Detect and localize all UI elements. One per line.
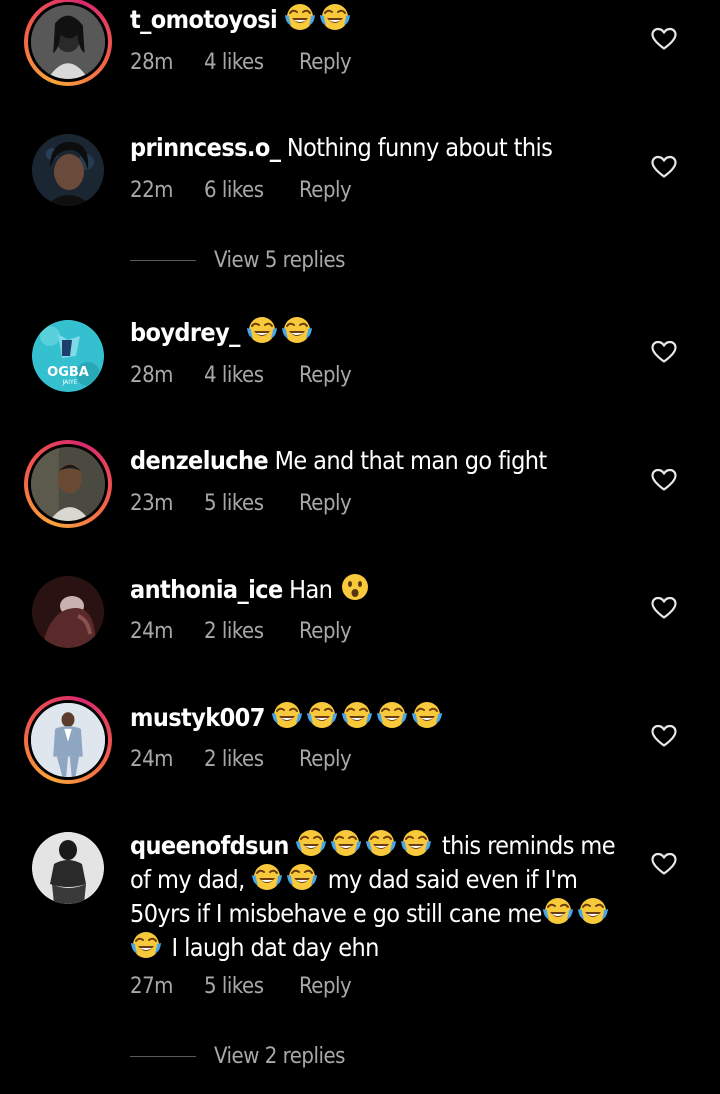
view-replies-button[interactable]: View 5 replies: [130, 245, 345, 275]
laughing-tears-emoji: [295, 828, 327, 858]
comment-meta: 27m 5 likes Reply: [130, 974, 352, 999]
view-replies-label: View 2 replies: [214, 1043, 345, 1069]
laughing-tears-emoji: [281, 315, 313, 345]
profile-photo: OGBA JAIYE: [32, 320, 104, 392]
comment-time: 22m: [130, 178, 173, 203]
replies-divider: [130, 1055, 196, 1057]
like-heart-icon[interactable]: [651, 340, 677, 364]
avatar[interactable]: [24, 0, 112, 86]
comment-likes[interactable]: 5 likes: [204, 974, 299, 999]
avatar-logo-subtext: JAIYE: [62, 379, 78, 386]
avatar[interactable]: [32, 576, 104, 648]
like-heart-icon[interactable]: [651, 724, 677, 748]
laughing-tears-emoji: [271, 700, 303, 730]
comment-username[interactable]: t_omotoyosi: [130, 5, 278, 34]
laughing-tears-emoji: [330, 828, 362, 858]
comment-username[interactable]: anthonia_ice: [130, 575, 283, 604]
profile-photo: [31, 447, 105, 521]
avatar[interactable]: [32, 134, 104, 206]
profile-photo: [32, 576, 104, 648]
reply-button[interactable]: Reply: [299, 747, 352, 772]
comment-meta: 24m 2 likes Reply: [130, 619, 352, 644]
comment-username[interactable]: boydrey_: [130, 318, 240, 347]
laughing-tears-emoji: [319, 2, 351, 32]
avatar[interactable]: [32, 832, 104, 904]
surprised-face-emoji: [339, 572, 371, 602]
comment-likes[interactable]: 4 likes: [204, 363, 299, 388]
comment-likes[interactable]: 2 likes: [204, 747, 299, 772]
comment-text: I laugh dat day ehn: [165, 933, 380, 962]
profile-photo: [31, 5, 105, 79]
like-heart-icon[interactable]: [651, 596, 677, 620]
laughing-tears-emoji: [365, 828, 397, 858]
like-heart-icon[interactable]: [651, 852, 677, 876]
like-heart-icon[interactable]: [651, 155, 677, 179]
comment-text: Han: [282, 575, 339, 604]
avatar[interactable]: [24, 440, 112, 528]
reply-button[interactable]: Reply: [299, 50, 352, 75]
avatar[interactable]: OGBA JAIYE: [32, 320, 104, 392]
comment-meta: 28m 4 likes Reply: [130, 50, 352, 75]
view-replies-button[interactable]: View 2 replies: [130, 1041, 345, 1071]
laughing-tears-emoji: [400, 828, 432, 858]
reply-button[interactable]: Reply: [299, 491, 352, 516]
comment-likes[interactable]: 6 likes: [204, 178, 299, 203]
comment-meta: 22m 6 likes Reply: [130, 178, 352, 203]
comment-username[interactable]: prinncess.o_: [130, 133, 281, 162]
like-heart-icon[interactable]: [651, 468, 677, 492]
laughing-tears-emoji: [284, 2, 316, 32]
avatar-logo-text: OGBA: [47, 365, 89, 380]
reply-button[interactable]: Reply: [299, 619, 352, 644]
reply-button[interactable]: Reply: [299, 363, 352, 388]
avatar[interactable]: [24, 696, 112, 784]
laughing-tears-emoji: [341, 700, 373, 730]
laughing-tears-emoji: [306, 700, 338, 730]
comment-meta: 23m 5 likes Reply: [130, 491, 352, 516]
comment-time: 24m: [130, 747, 173, 772]
comment-likes[interactable]: 5 likes: [204, 491, 299, 516]
comment-username[interactable]: queenofdsun: [130, 831, 289, 860]
comment-time: 28m: [130, 363, 173, 388]
reply-button[interactable]: Reply: [299, 178, 352, 203]
laughing-tears-emoji: [577, 896, 609, 926]
laughing-tears-emoji: [376, 700, 408, 730]
comment-meta: 28m 4 likes Reply: [130, 363, 352, 388]
comment-meta: 24m 2 likes Reply: [130, 747, 352, 772]
laughing-tears-emoji: [246, 315, 278, 345]
comment-text: Me and that man go fight: [268, 446, 548, 475]
comment-username[interactable]: mustyk007: [130, 703, 265, 732]
profile-photo: [32, 832, 104, 904]
laughing-tears-emoji: [542, 896, 574, 926]
comment-likes[interactable]: 2 likes: [204, 619, 299, 644]
comment-likes[interactable]: 4 likes: [204, 50, 299, 75]
comment-username[interactable]: denzeluche: [130, 446, 269, 475]
laughing-tears-emoji: [130, 930, 162, 960]
laughing-tears-emoji: [251, 862, 283, 892]
reply-button[interactable]: Reply: [299, 974, 352, 999]
laughing-tears-emoji: [411, 700, 443, 730]
comment-time: 24m: [130, 619, 173, 644]
comment-time: 23m: [130, 491, 173, 516]
replies-divider: [130, 259, 196, 261]
view-replies-label: View 5 replies: [214, 247, 345, 273]
comment-time: 27m: [130, 974, 173, 999]
like-heart-icon[interactable]: [651, 27, 677, 51]
profile-photo: [32, 134, 104, 206]
laughing-tears-emoji: [286, 862, 318, 892]
profile-photo: [31, 703, 105, 777]
comment-time: 28m: [130, 50, 173, 75]
comment-text: Nothing funny about this: [280, 133, 553, 162]
